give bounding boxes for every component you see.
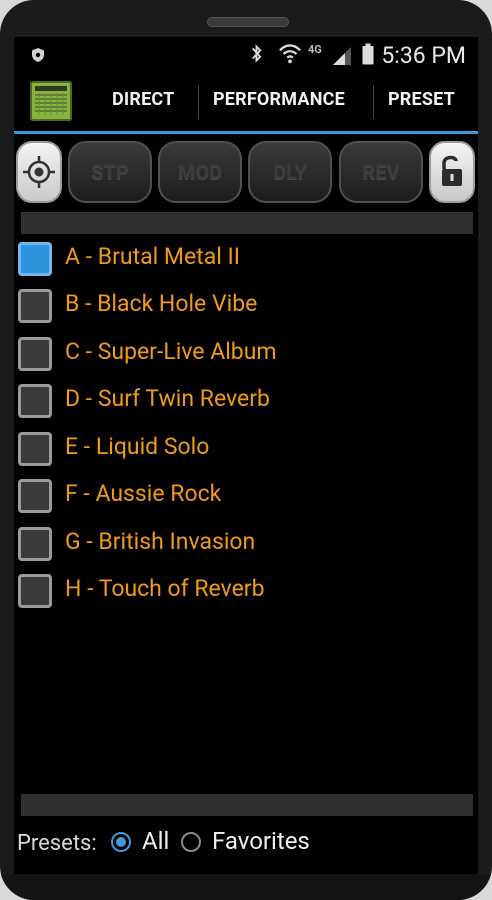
preset-checkbox[interactable] — [18, 289, 52, 323]
tab-performance[interactable]: PERFORMANCE — [213, 89, 345, 110]
bluetooth-icon — [252, 44, 262, 63]
lock-button[interactable] — [429, 141, 475, 203]
tab-divider — [373, 85, 374, 119]
list-header-bar — [21, 212, 473, 234]
tab-bar: DIRECT PERFORMANCE PRESET — [14, 73, 478, 134]
favorites-radio-label[interactable]: Favorites — [212, 827, 310, 855]
preset-item[interactable]: E - Liquid Solo — [14, 432, 478, 479]
unlock-icon — [442, 155, 462, 186]
battery-icon — [362, 43, 374, 65]
preset-filter: Presets: All Favorites — [14, 823, 478, 863]
rev-button[interactable]: REV — [339, 141, 423, 203]
tuner-button[interactable] — [16, 141, 62, 203]
tab-divider — [198, 85, 199, 119]
preset-item[interactable]: H - Touch of Reverb — [14, 574, 478, 621]
all-radio[interactable] — [111, 832, 131, 852]
preset-label: D - Surf Twin Reverb — [65, 385, 270, 412]
preset-item[interactable]: C - Super-Live Album — [14, 337, 478, 384]
amp-logo-icon[interactable] — [30, 81, 72, 121]
preset-label: E - Liquid Solo — [65, 433, 210, 460]
shield-icon — [32, 48, 44, 62]
signal-icon — [333, 47, 351, 65]
preset-checkbox[interactable] — [18, 432, 52, 466]
preset-item[interactable]: B - Black Hole Vibe — [14, 289, 478, 336]
all-radio-label[interactable]: All — [142, 827, 169, 855]
mod-button[interactable]: MOD — [158, 141, 242, 203]
preset-checkbox[interactable] — [18, 242, 52, 276]
list-footer-bar — [21, 794, 473, 816]
preset-item[interactable]: D - Surf Twin Reverb — [14, 384, 478, 431]
tab-direct[interactable]: DIRECT — [112, 89, 175, 110]
preset-checkbox[interactable] — [18, 527, 52, 561]
favorites-radio[interactable] — [181, 832, 201, 852]
preset-label: G - British Invasion — [65, 528, 256, 555]
preset-label: A - Brutal Metal II — [65, 243, 241, 270]
wifi-icon — [279, 44, 301, 64]
screen: 4G 5:36 PM DIRECT PERFORMANCE PRESET STP… — [14, 37, 478, 874]
preset-checkbox[interactable] — [18, 337, 52, 371]
preset-item[interactable]: F - Aussie Rock — [14, 479, 478, 526]
stp-button[interactable]: STP — [68, 141, 152, 203]
preset-label: B - Black Hole Vibe — [65, 290, 258, 317]
preset-label: C - Super-Live Album — [65, 338, 277, 365]
status-time: 5:36 PM — [381, 42, 466, 69]
crosshair-icon — [23, 156, 55, 188]
preset-checkbox[interactable] — [18, 384, 52, 418]
preset-item[interactable]: G - British Invasion — [14, 527, 478, 574]
presets-filter-label: Presets: — [17, 831, 97, 856]
amp-grille-icon — [35, 86, 67, 115]
preset-label: F - Aussie Rock — [65, 480, 222, 507]
dly-button[interactable]: DLY — [248, 141, 332, 203]
preset-checkbox[interactable] — [18, 574, 52, 608]
earpiece-speaker — [207, 17, 289, 27]
tab-preset[interactable]: PRESET — [388, 89, 455, 110]
status-bar: 4G 5:36 PM — [14, 37, 478, 73]
preset-checkbox[interactable] — [18, 479, 52, 513]
bottom-bezel — [0, 874, 492, 900]
preset-item[interactable]: A - Brutal Metal II — [14, 242, 478, 289]
preset-label: H - Touch of Reverb — [65, 575, 265, 602]
phone-frame: 4G 5:36 PM DIRECT PERFORMANCE PRESET STP… — [0, 0, 492, 900]
network-type-label: 4G — [308, 43, 322, 56]
effects-row: STP MOD DLY REV — [14, 141, 478, 205]
